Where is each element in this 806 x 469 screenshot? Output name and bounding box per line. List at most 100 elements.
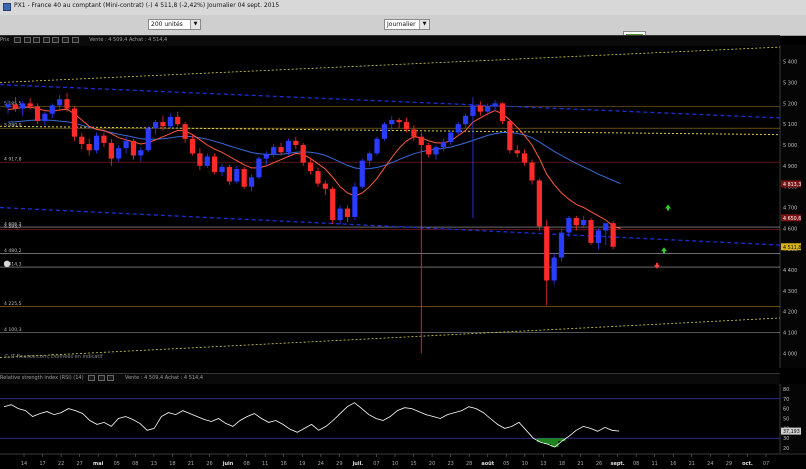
candle-body bbox=[389, 120, 395, 125]
candle[interactable] bbox=[588, 217, 594, 246]
candle-body bbox=[403, 122, 410, 130]
candle-body bbox=[433, 147, 439, 155]
time-axis-label: 21 bbox=[188, 461, 194, 467]
candle-body bbox=[462, 115, 469, 125]
panel-maximize-button[interactable] bbox=[42, 37, 50, 43]
candle-body bbox=[49, 105, 55, 114]
candle[interactable] bbox=[507, 120, 513, 154]
alert-icon[interactable] bbox=[3, 260, 11, 268]
candle[interactable] bbox=[300, 142, 306, 166]
candle[interactable] bbox=[536, 178, 542, 231]
candle-body bbox=[123, 140, 129, 149]
candle-body bbox=[330, 188, 336, 221]
candle[interactable] bbox=[71, 106, 78, 141]
price-badge-label: 4 650,6 bbox=[783, 216, 801, 222]
time-axis-label: 08 bbox=[243, 461, 249, 467]
rsi-close-button[interactable] bbox=[107, 375, 115, 381]
panel-extra-button[interactable] bbox=[61, 37, 69, 43]
time-axis-label: 26 bbox=[206, 461, 212, 467]
time-axis-label: 07 bbox=[763, 461, 769, 467]
candle-body bbox=[64, 99, 70, 109]
candle[interactable] bbox=[352, 182, 358, 221]
horizontal-level-label: 4 917,8 bbox=[4, 157, 22, 163]
candle[interactable] bbox=[256, 156, 262, 180]
chart-watermark: © IT-Finance.com, Données en indicatif bbox=[4, 354, 103, 360]
time-axis-label: 24 bbox=[318, 461, 324, 467]
candle-body bbox=[256, 158, 262, 178]
candle[interactable] bbox=[330, 186, 336, 225]
candle-body bbox=[175, 116, 181, 125]
trading-chart-window: PX1 - France 40 au comptant (Mini-contra… bbox=[0, 0, 806, 469]
candle-body bbox=[130, 140, 137, 156]
time-axis-label: 05 bbox=[114, 461, 120, 467]
candle[interactable] bbox=[551, 253, 557, 285]
panel-more-button[interactable] bbox=[71, 37, 79, 43]
chart-area[interactable]: 5 4005 3005 2005 1005 0004 9004 8004 700… bbox=[0, 35, 806, 469]
candle-body bbox=[86, 143, 92, 151]
panel-settings-button[interactable] bbox=[23, 37, 31, 43]
candle-body bbox=[57, 99, 63, 106]
time-axis-label: 14 bbox=[21, 461, 27, 467]
candle[interactable] bbox=[145, 126, 151, 153]
time-axis-label: 17 bbox=[39, 461, 45, 467]
candle[interactable] bbox=[374, 136, 380, 156]
panel-close-button[interactable] bbox=[52, 37, 60, 43]
candle-body bbox=[359, 160, 365, 187]
units-dropdown[interactable]: 200 unités ▼ bbox=[148, 19, 201, 30]
rsi-axis-label: 70 bbox=[783, 397, 789, 403]
candle-body bbox=[167, 116, 173, 127]
rsi-value-badge-label: 37,193 bbox=[783, 429, 800, 435]
time-axis-label: 19 bbox=[299, 461, 305, 467]
candle-body bbox=[160, 122, 166, 127]
candle[interactable] bbox=[212, 153, 218, 175]
candle-body bbox=[153, 122, 159, 129]
candle-body bbox=[189, 138, 196, 154]
panel-zoom-button[interactable] bbox=[13, 37, 21, 43]
candle-body bbox=[197, 153, 203, 166]
window-title: PX1 - France 40 au comptant (Mini-contra… bbox=[14, 2, 280, 9]
candle-body bbox=[226, 166, 232, 182]
price-chart[interactable]: 5 4005 3005 2005 1005 0004 9004 8004 700… bbox=[0, 45, 806, 368]
candle[interactable] bbox=[34, 103, 41, 125]
rsi-axis-label: 20 bbox=[783, 446, 789, 452]
time-axis-label: 21 bbox=[577, 461, 583, 467]
candle[interactable] bbox=[499, 102, 506, 125]
rsi-zoom-button[interactable] bbox=[88, 375, 96, 381]
candle-body bbox=[145, 128, 151, 151]
period-dropdown[interactable]: Journalier ▼ bbox=[384, 19, 430, 30]
candle-body bbox=[485, 106, 491, 112]
candle-body bbox=[138, 150, 144, 156]
price-axis-label: 5 000 bbox=[783, 143, 797, 149]
candle[interactable] bbox=[610, 221, 616, 250]
candle[interactable] bbox=[558, 228, 565, 262]
time-axis-label: mai bbox=[93, 461, 104, 467]
candle-body bbox=[219, 166, 225, 173]
candle[interactable] bbox=[359, 158, 365, 189]
horizontal-level-label: 5 080,9 bbox=[4, 123, 22, 129]
candle-body bbox=[34, 106, 41, 122]
price-panel-quote: Vente : 4 509,4 Achat : 4 514,4 bbox=[89, 37, 168, 43]
candle-body bbox=[544, 226, 550, 281]
candle[interactable] bbox=[381, 122, 387, 141]
candle-body bbox=[522, 153, 528, 163]
candle-body bbox=[610, 223, 616, 247]
rsi-settings-button[interactable] bbox=[97, 375, 105, 381]
candle-body bbox=[470, 105, 476, 116]
horizontal-level-label: 4 480,2 bbox=[4, 248, 22, 254]
candle-body bbox=[566, 217, 572, 233]
time-axis-label: sept. bbox=[610, 461, 624, 467]
candle-body bbox=[367, 153, 373, 161]
time-axis-label: 15 bbox=[410, 461, 416, 467]
rsi-chart[interactable]: 8070605040302037,193 bbox=[0, 384, 806, 453]
candle-body bbox=[12, 104, 18, 109]
price-axis-label: 4 200 bbox=[783, 310, 797, 316]
app-icon bbox=[3, 3, 11, 11]
candle[interactable] bbox=[241, 166, 247, 189]
candle-body bbox=[93, 135, 100, 151]
candle-body bbox=[278, 147, 284, 153]
panel-minimize-button[interactable] bbox=[33, 37, 41, 43]
price-axis-label: 4 600 bbox=[783, 226, 797, 232]
candle-body bbox=[573, 217, 579, 226]
candle-body bbox=[300, 145, 306, 163]
time-axis-label: 11 bbox=[262, 461, 268, 467]
